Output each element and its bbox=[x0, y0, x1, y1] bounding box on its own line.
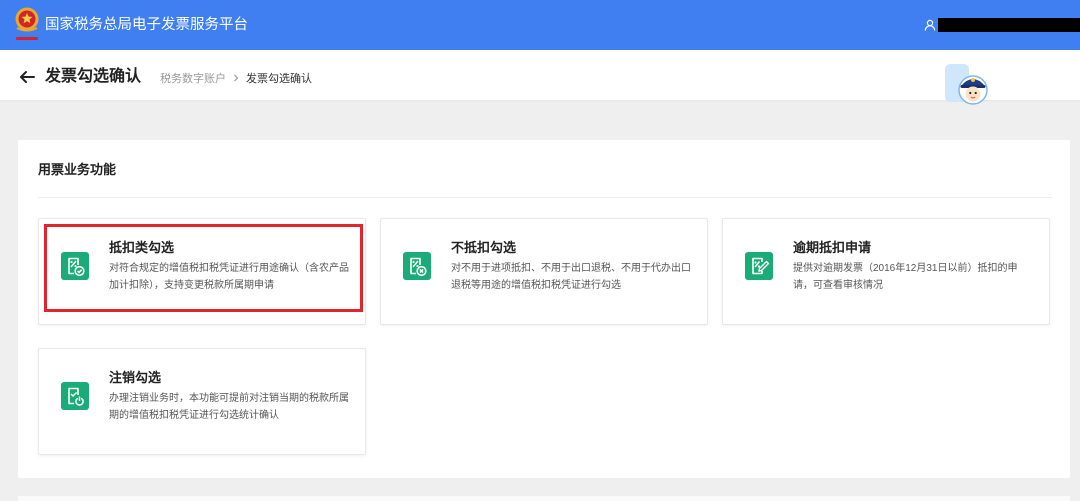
card-description-line: 退税等用途的增值税扣税凭证进行勾选 bbox=[451, 280, 621, 291]
card-title: 逾期抵扣申请 bbox=[793, 240, 872, 255]
function-card-deduction-selection[interactable]: 抵扣类勾选 对符合规定的增值税扣税凭证进行用途确认（含农产品 加计扣除），支持变… bbox=[38, 218, 366, 325]
card-title: 注销勾选 bbox=[109, 370, 162, 385]
divider bbox=[38, 197, 1052, 198]
invoice-power-icon bbox=[61, 382, 89, 410]
ticket-functions-panel: 用票业务功能 抵扣类勾选 对符合规定的增值税扣税凭证进行用途确认（含农产品 加计… bbox=[18, 140, 1070, 478]
tax-emblem-icon bbox=[15, 7, 39, 40]
invoice-check-icon bbox=[61, 252, 89, 280]
card-description-line: 办理注销业务时，本功能可提前对注销当期的税款所属 bbox=[109, 393, 349, 404]
top-header: 国家税务总局电子发票服务平台 bbox=[0, 0, 1080, 50]
user-icon bbox=[924, 19, 936, 31]
breadcrumb: 税务数字账户 发票勾选确认 bbox=[160, 69, 312, 87]
card-title: 抵扣类勾选 bbox=[109, 240, 175, 255]
card-description: 提供对逾期发票（2016年12月31日以前）抵扣的申 请，可查看审核情况 bbox=[793, 260, 1018, 294]
username-redacted bbox=[938, 18, 1080, 32]
page-title: 发票勾选确认 bbox=[45, 68, 142, 85]
next-panel-edge bbox=[18, 496, 1070, 501]
chevron-right-icon bbox=[234, 74, 239, 82]
mascot-avatar-icon[interactable] bbox=[942, 60, 990, 108]
card-description-line: 期的增值税扣税凭证进行勾选统计确认 bbox=[109, 410, 279, 421]
card-description-line: 提供对逾期发票（2016年12月31日以前）抵扣的申 bbox=[793, 263, 1018, 274]
breadcrumb-item-current: 发票勾选确认 bbox=[246, 73, 312, 85]
card-description-line: 对符合规定的增值税扣税凭证进行用途确认（含农产品 bbox=[109, 263, 349, 274]
function-card-deregistration-selection[interactable]: 注销勾选 办理注销业务时，本功能可提前对注销当期的税款所属 期的增值税扣税凭证进… bbox=[38, 348, 366, 455]
invoice-edit-icon bbox=[745, 252, 773, 280]
card-description: 对不用于进项抵扣、不用于出口退税、不用于代办出口 退税等用途的增值税扣税凭证进行… bbox=[451, 260, 691, 294]
card-description: 办理注销业务时，本功能可提前对注销当期的税款所属 期的增值税扣税凭证进行勾选统计… bbox=[109, 390, 349, 424]
function-grid: 抵扣类勾选 对符合规定的增值税扣税凭证进行用途确认（含农产品 加计扣除），支持变… bbox=[38, 218, 1050, 455]
function-card-overdue-deduction-application[interactable]: 逾期抵扣申请 提供对逾期发票（2016年12月31日以前）抵扣的申 请，可查看审… bbox=[722, 218, 1050, 325]
card-description: 对符合规定的增值税扣税凭证进行用途确认（含农产品 加计扣除），支持变更税款所属期… bbox=[109, 260, 349, 294]
app-title: 国家税务总局电子发票服务平台 bbox=[45, 17, 248, 33]
arrow-left-icon[interactable] bbox=[18, 68, 36, 86]
function-card-non-deduction-selection[interactable]: 不抵扣勾选 对不用于进项抵扣、不用于出口退税、不用于代办出口 退税等用途的增值税… bbox=[380, 218, 708, 325]
breadcrumb-item-tax-account[interactable]: 税务数字账户 bbox=[160, 70, 226, 86]
user-menu[interactable] bbox=[922, 17, 1080, 33]
card-title: 不抵扣勾选 bbox=[451, 240, 517, 255]
card-description-line: 请，可查看审核情况 bbox=[793, 280, 883, 291]
page-header: 发票勾选确认 税务数字账户 发票勾选确认 bbox=[0, 50, 1080, 105]
section-title: 用票业务功能 bbox=[38, 162, 117, 177]
card-description-line: 加计扣除），支持变更税款所属期申请 bbox=[109, 280, 274, 291]
card-description-line: 对不用于进项抵扣、不用于出口退税、不用于代办出口 bbox=[451, 263, 691, 274]
invoice-cross-icon bbox=[403, 252, 431, 280]
